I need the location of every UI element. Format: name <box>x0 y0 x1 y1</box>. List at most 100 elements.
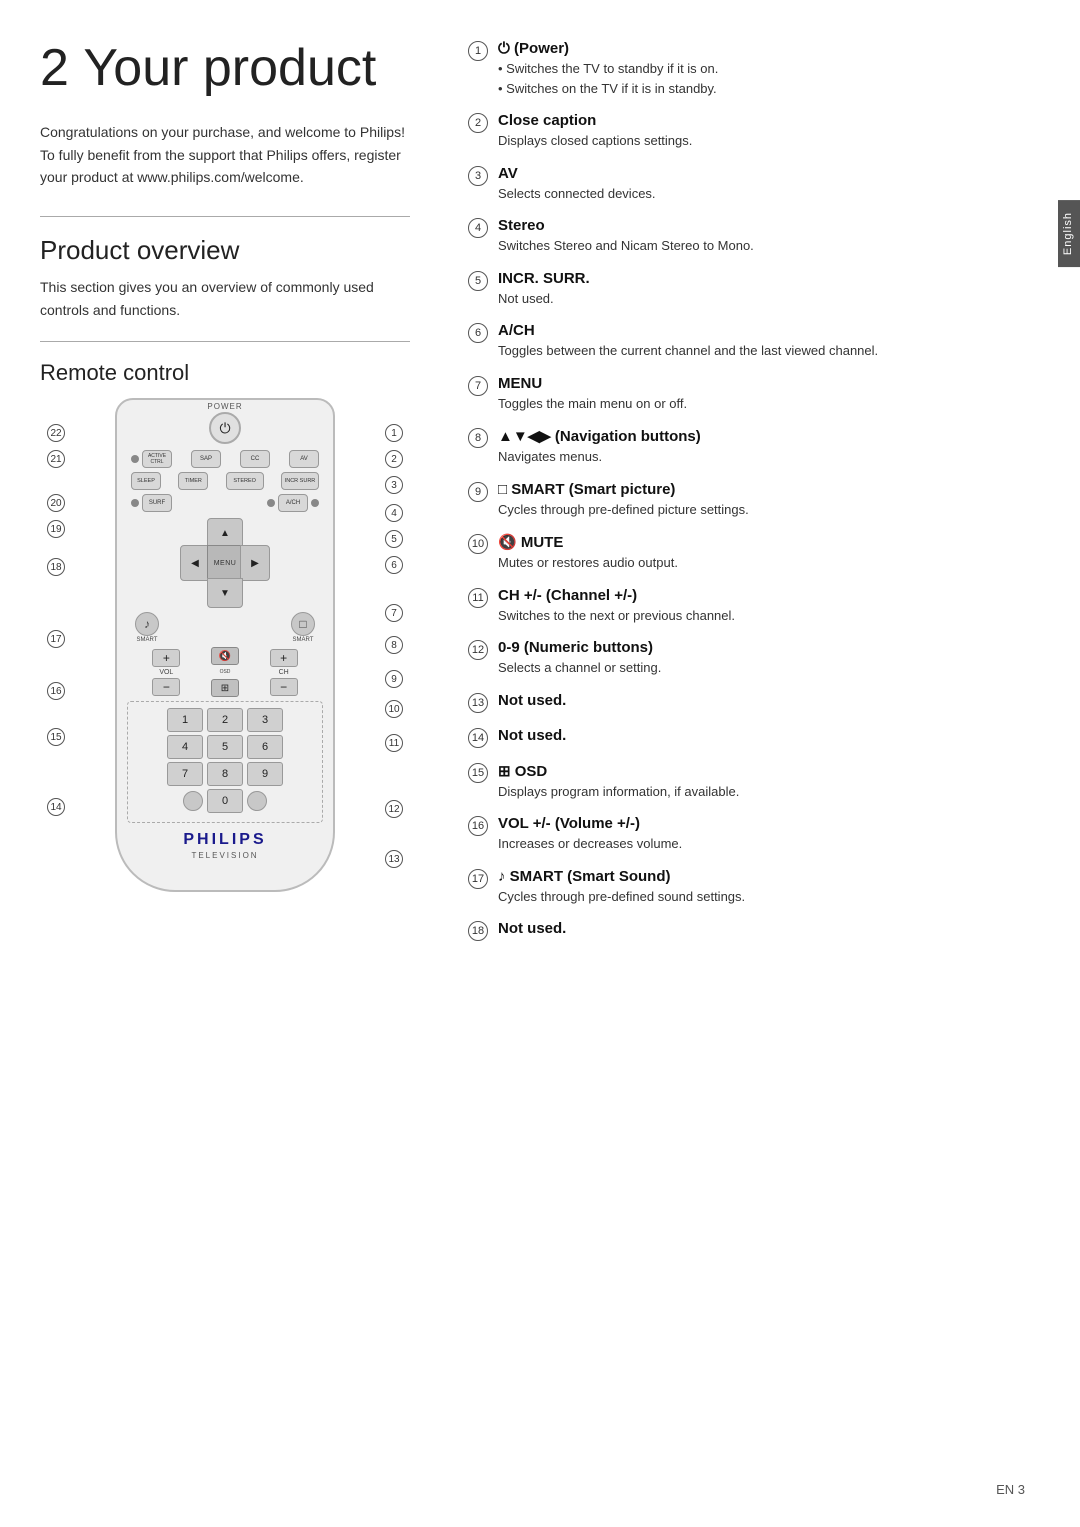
function-num-5: 5 <box>460 270 488 291</box>
ach-dot-left <box>267 499 275 507</box>
btn-1[interactable]: 1 <box>167 708 203 732</box>
sleep-btn[interactable]: SLEEP <box>131 472 161 490</box>
vol-label: VOL <box>159 669 173 676</box>
nav-up-btn[interactable]: ▲ <box>207 518 243 548</box>
vol-group: + VOL − <box>152 649 180 696</box>
function-num-17: 17 <box>460 868 488 889</box>
surf-btn[interactable]: SURF <box>142 494 172 512</box>
btn-3[interactable]: 3 <box>247 708 283 732</box>
active-ctrl-btn[interactable]: ACTIVE CTRL <box>142 450 172 468</box>
callout-8: 8 <box>385 636 403 654</box>
av-btn[interactable]: AV <box>289 450 319 468</box>
vol-minus-btn[interactable]: − <box>152 678 180 696</box>
function-desc-4: Switches Stereo and Nicam Stereo to Mono… <box>498 236 1030 256</box>
function-title-17: ♪ SMART (Smart Sound) <box>498 868 1030 885</box>
vol-plus-btn[interactable]: + <box>152 649 180 667</box>
right-callouts: 1 2 3 4 5 6 7 8 9 10 11 12 13 <box>385 398 403 868</box>
btn-4[interactable]: 4 <box>167 735 203 759</box>
function-item-6: 6 A/CH Toggles between the current channel… <box>460 322 1030 361</box>
function-title-14: Not used. <box>498 727 1030 744</box>
smart-picture-btn[interactable]: □ SMART <box>291 612 315 643</box>
callout-10: 10 <box>385 700 403 718</box>
function-title-10: 🔇 MUTE <box>498 533 1030 551</box>
function-num-2: 2 <box>460 112 488 133</box>
callout-21: 21 <box>47 450 65 468</box>
function-desc-17: Cycles through pre-defined sound setting… <box>498 887 1030 907</box>
nav-left-btn[interactable]: ◀ <box>180 545 210 581</box>
function-desc-6: Toggles between the current channel and … <box>498 341 1030 361</box>
function-item-4: 4StereoSwitches Stereo and Nicam Stereo … <box>460 217 1030 256</box>
btn-6[interactable]: 6 <box>247 735 283 759</box>
nav-down-btn[interactable]: ▼ <box>207 578 243 608</box>
vol-ch-row: + VOL − 🔇 OSD ⊞ + CH − <box>127 647 323 697</box>
function-title-13: Not used. <box>498 692 1030 709</box>
osd-btn[interactable]: ⊞ <box>211 679 239 697</box>
power-button[interactable]: ⏻ <box>209 412 241 444</box>
btn-5[interactable]: 5 <box>207 735 243 759</box>
callout-18: 18 <box>47 558 65 576</box>
smart-sound-btn[interactable]: ♪ SMART <box>135 612 159 643</box>
btn-extra-right[interactable] <box>247 791 267 811</box>
power-row: POWER ⏻ <box>127 412 323 444</box>
nav-cross: ▲ ◀ MENU ▶ ▼ <box>180 518 270 608</box>
stereo-btn[interactable]: STEREO <box>226 472 264 490</box>
callout-20: 20 <box>47 494 65 512</box>
function-title-3: AV <box>498 165 1030 182</box>
function-list: 1⏻ (Power)• Switches the TV to standby i… <box>460 40 1030 941</box>
left-callouts: 22 21 20 19 18 17 16 15 14 <box>47 398 65 816</box>
function-num-6: 6 <box>460 322 488 343</box>
btn-7[interactable]: 7 <box>167 762 203 786</box>
a-ch-btn[interactable]: A/CH <box>278 494 308 512</box>
function-num-15: 15 <box>460 762 488 783</box>
function-item-2: 2Close captionDisplays closed captions s… <box>460 112 1030 151</box>
side-tab-english: English <box>1058 200 1080 267</box>
btn-9[interactable]: 9 <box>247 762 283 786</box>
btn-2[interactable]: 2 <box>207 708 243 732</box>
chapter-title: 2 Your product <box>40 40 410 97</box>
function-desc-11: Switches to the next or previous channel… <box>498 606 1030 626</box>
callout-17: 17 <box>47 630 65 648</box>
function-desc-3: Selects connected devices. <box>498 184 1030 204</box>
btn-8[interactable]: 8 <box>207 762 243 786</box>
active-ctrl-dot <box>131 455 139 463</box>
function-item-11: 11CH +/- (Channel +/-)Switches to the ne… <box>460 587 1030 626</box>
function-title-9: □ SMART (Smart picture) <box>498 481 1030 498</box>
function-num-13: 13 <box>460 692 488 713</box>
timer-btn[interactable]: TIMER <box>178 472 208 490</box>
function-desc-line: • Switches the TV to standby if it is on… <box>498 59 1030 79</box>
remote-control-diagram: 1 2 3 4 5 6 7 8 9 10 11 12 13 22 21 20 1… <box>55 398 395 892</box>
divider-1 <box>40 216 410 217</box>
btn-0[interactable]: 0 <box>207 789 243 813</box>
function-num-12: 12 <box>460 639 488 660</box>
mute-btn[interactable]: 🔇 <box>211 647 239 665</box>
ch-minus-btn[interactable]: − <box>270 678 298 696</box>
keypad-row-4: 0 <box>134 789 316 813</box>
callout-11: 11 <box>385 734 403 752</box>
callout-19: 19 <box>47 520 65 538</box>
function-title-8: ▲▼◀▶ (Navigation buttons) <box>498 427 1030 445</box>
mute-osd-group: 🔇 OSD ⊞ <box>211 647 239 697</box>
nav-right-btn[interactable]: ▶ <box>240 545 270 581</box>
function-item-14: 14Not used. <box>460 727 1030 748</box>
function-desc-5: Not used. <box>498 289 1030 309</box>
sap-btn[interactable]: SAP <box>191 450 221 468</box>
remote-body: POWER ⏻ ACTIVE CTRL SAP CC AV SLEEP T <box>115 398 335 892</box>
btn-extra-left[interactable] <box>183 791 203 811</box>
remote-label: Remote control <box>40 360 410 386</box>
cc-btn[interactable]: CC <box>240 450 270 468</box>
function-desc-7: Toggles the main menu on or off. <box>498 394 1030 414</box>
function-desc-2: Displays closed captions settings. <box>498 131 1030 151</box>
nav-menu-btn[interactable]: MENU <box>207 545 243 581</box>
incr-surr-btn[interactable]: INCR SURR <box>281 472 319 490</box>
function-num-18: 18 <box>460 920 488 941</box>
function-num-16: 16 <box>460 815 488 836</box>
keypad-row-2: 4 5 6 <box>134 735 316 759</box>
function-title-1: ⏻ (Power) <box>498 40 1030 57</box>
function-title-6: A/CH <box>498 322 1030 339</box>
function-item-7: 7MENUToggles the main menu on or off. <box>460 375 1030 414</box>
function-num-10: 10 <box>460 533 488 554</box>
function-desc-16: Increases or decreases volume. <box>498 834 1030 854</box>
ch-plus-btn[interactable]: + <box>270 649 298 667</box>
callout-14: 14 <box>47 798 65 816</box>
function-title-15: ⊞ OSD <box>498 762 1030 780</box>
